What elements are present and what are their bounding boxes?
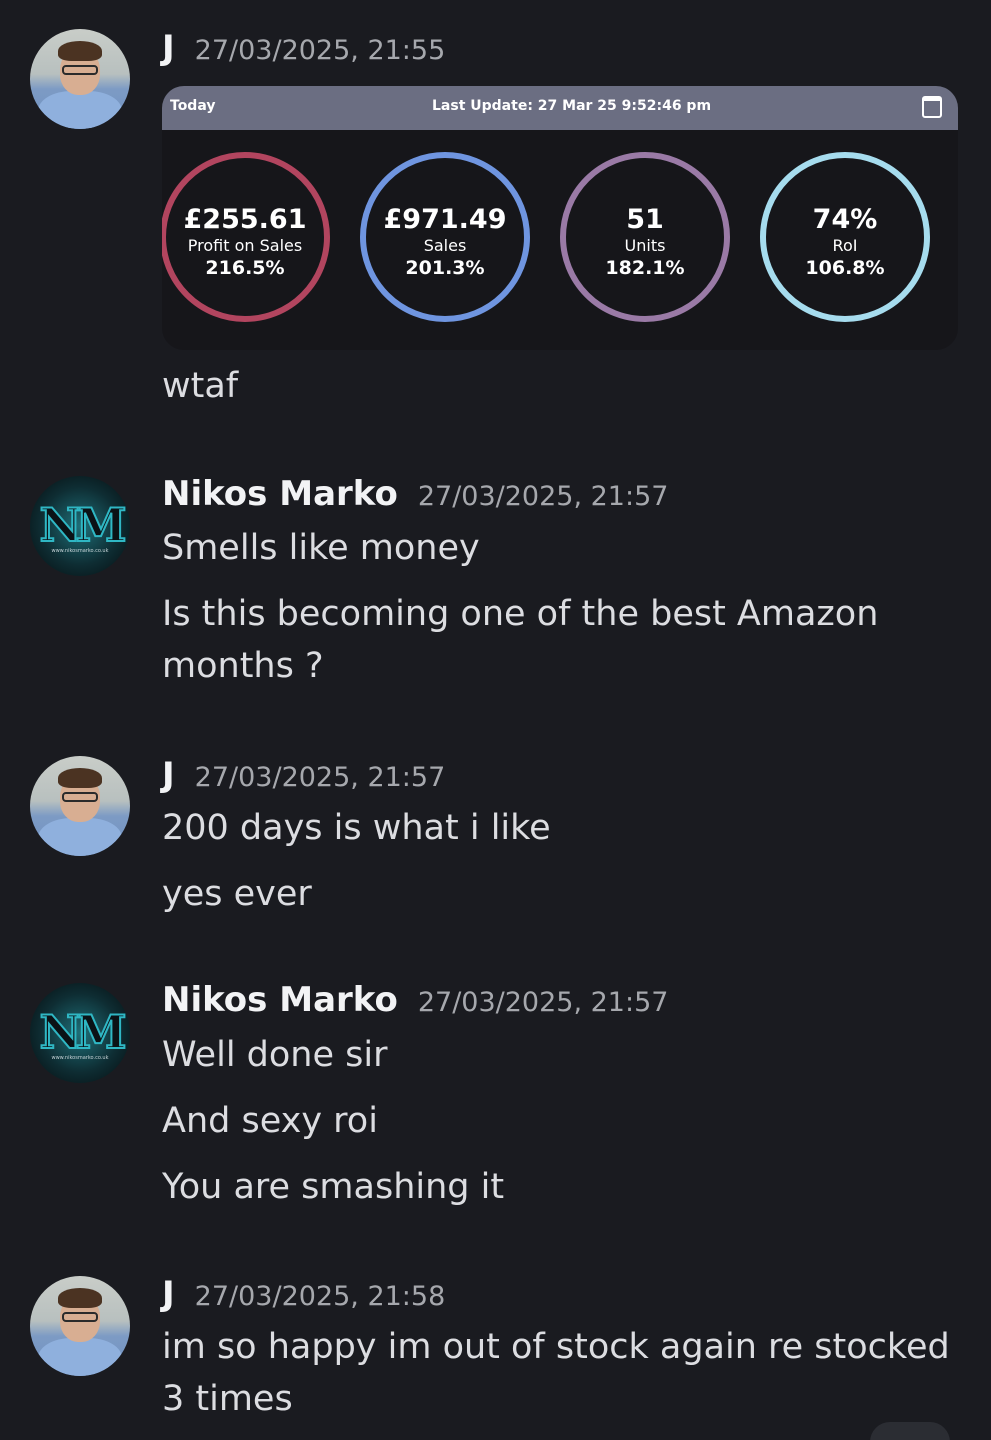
message-text: im so happy im out of stock again re sto…	[162, 1327, 950, 1419]
avatar-shirt	[38, 818, 122, 856]
metric-value: £971.49	[383, 204, 507, 235]
today-label: Today	[170, 98, 216, 114]
message-text: Smells like money	[162, 528, 480, 568]
last-update-label: Last Update: 27 Mar 25 9:52:46 pm	[432, 98, 712, 114]
metric-ring-profit: £255.61 Profit on Sales 216.5%	[162, 152, 330, 322]
calendar-icon	[922, 96, 942, 118]
metric-change: 182.1%	[605, 257, 685, 279]
metric-ring-units: 51 Units 182.1%	[560, 152, 730, 322]
avatar[interactable]: NM www.nikosmarko.co.uk	[30, 983, 130, 1083]
message-text: And sexy roi	[162, 1101, 378, 1141]
metric-change: 106.8%	[805, 257, 885, 279]
message-header: J 27/03/2025, 21:57	[162, 755, 445, 795]
nm-logo-icon: NM	[39, 1004, 128, 1060]
avatar-shirt	[38, 1338, 122, 1376]
logo-url-text: www.nikosmarko.co.uk	[51, 548, 109, 554]
message-header: Nikos Marko 27/03/2025, 21:57	[162, 980, 668, 1020]
avatar[interactable]	[30, 756, 130, 856]
jump-to-present-button[interactable]	[870, 1422, 950, 1440]
username[interactable]: Nikos Marko	[162, 980, 398, 1020]
avatar-hair	[58, 41, 102, 61]
timestamp: 27/03/2025, 21:57	[417, 987, 669, 1018]
avatar[interactable]	[30, 1276, 130, 1376]
timestamp: 27/03/2025, 21:55	[194, 35, 446, 66]
metric-label: Units	[624, 236, 666, 255]
username[interactable]: Nikos Marko	[162, 474, 398, 514]
message-text: 200 days is what i like	[162, 808, 551, 848]
metric-ring-sales: £971.49 Sales 201.3%	[360, 152, 530, 322]
avatar[interactable]: NM www.nikosmarko.co.uk	[30, 476, 130, 576]
metric-label: Sales	[423, 236, 467, 255]
avatar-glasses	[62, 65, 98, 75]
avatar-hair	[58, 768, 102, 788]
timestamp: 27/03/2025, 21:57	[417, 481, 669, 512]
metric-change: 216.5%	[205, 257, 285, 279]
chat-message-list: J 27/03/2025, 21:55 Today Last Update: 2…	[0, 0, 991, 1440]
metric-label: Profit on Sales	[187, 236, 303, 255]
message-text: Is this becoming one of the best Amazon …	[162, 594, 879, 686]
username[interactable]: J	[162, 755, 175, 795]
message-text: You are smashing it	[162, 1167, 505, 1207]
message-header: J 27/03/2025, 21:58	[162, 1274, 445, 1314]
timestamp: 27/03/2025, 21:57	[194, 762, 446, 793]
avatar-glasses	[62, 1312, 98, 1322]
avatar-hair	[58, 1288, 102, 1308]
nm-logo-icon: NM	[39, 497, 128, 553]
metric-value: 74%	[812, 204, 878, 235]
message-text: wtaf	[162, 366, 239, 406]
message-text: yes ever	[162, 874, 312, 914]
dashboard-top-bar: Today Last Update: 27 Mar 25 9:52:46 pm	[162, 86, 958, 130]
avatar[interactable]	[30, 29, 130, 129]
avatar-shirt	[38, 91, 122, 129]
logo-url-text: www.nikosmarko.co.uk	[51, 1055, 109, 1061]
metric-value: 51	[626, 204, 664, 235]
metric-value: £255.61	[183, 204, 307, 235]
username[interactable]: J	[162, 28, 175, 68]
metric-label: RoI	[832, 236, 858, 255]
dashboard-image-embed[interactable]: Today Last Update: 27 Mar 25 9:52:46 pm …	[162, 86, 958, 350]
message-header: J 27/03/2025, 21:55	[162, 28, 445, 68]
timestamp: 27/03/2025, 21:58	[194, 1281, 446, 1312]
message-text: Well done sir	[162, 1035, 388, 1075]
avatar-glasses	[62, 792, 98, 802]
message-header: Nikos Marko 27/03/2025, 21:57	[162, 474, 668, 514]
metric-change: 201.3%	[405, 257, 485, 279]
metric-ring-roi: 74% RoI 106.8%	[760, 152, 930, 322]
username[interactable]: J	[162, 1274, 175, 1314]
